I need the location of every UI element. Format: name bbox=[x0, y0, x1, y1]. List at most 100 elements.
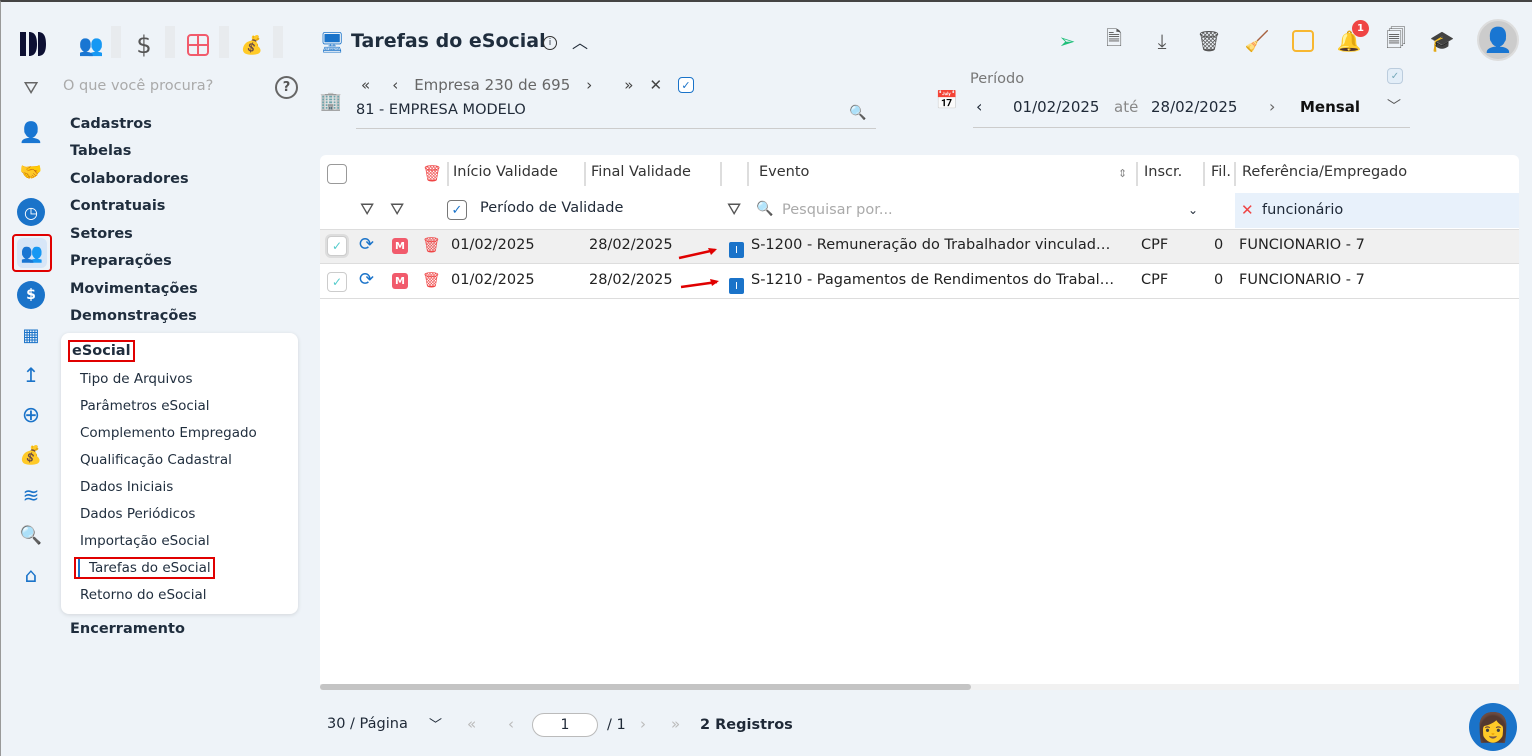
help-icon[interactable]: ? bbox=[275, 76, 298, 99]
handshake-icon[interactable]: 🤝 bbox=[17, 158, 45, 186]
prev-period-button[interactable]: ‹ bbox=[976, 97, 982, 116]
people-icon[interactable]: 👥 bbox=[78, 32, 104, 58]
menu-demonstracoes[interactable]: Demonstrações bbox=[70, 308, 197, 324]
crosshair-icon[interactable]: ⊕ bbox=[17, 401, 45, 429]
next-period-button[interactable]: › bbox=[1269, 97, 1275, 116]
period-checkbox[interactable]: ✓ bbox=[1387, 68, 1403, 84]
submenu-tarefas-active[interactable]: Tarefas do eSocial bbox=[74, 557, 215, 579]
clear-filter-icon[interactable]: ✕ bbox=[1241, 201, 1254, 219]
period-validity-checkbox[interactable]: ✓ bbox=[447, 200, 467, 220]
first-company-button[interactable]: « bbox=[361, 76, 370, 94]
chevron-down-icon[interactable]: ﹀ bbox=[1387, 96, 1401, 116]
calculator-icon[interactable]: ▦ bbox=[17, 321, 45, 349]
header-final[interactable]: Final Validade bbox=[591, 164, 691, 180]
period-to[interactable]: 28/02/2025 bbox=[1151, 98, 1237, 116]
submenu-qualificacao[interactable]: Qualificação Cadastral bbox=[80, 452, 232, 468]
money-icon[interactable]: $ bbox=[17, 281, 45, 309]
arrow-up-icon[interactable]: ↥ bbox=[17, 361, 45, 389]
note-icon[interactable] bbox=[1292, 30, 1314, 52]
graduation-cap-icon[interactable]: 🎓 bbox=[1429, 28, 1455, 54]
search-input[interactable]: O que você procura? bbox=[63, 78, 213, 94]
period-mode-select[interactable]: Mensal bbox=[1300, 98, 1360, 116]
menu-cadastros[interactable]: Cadastros bbox=[70, 116, 152, 132]
dollar-icon[interactable]: $ bbox=[131, 31, 157, 59]
submenu-importacao[interactable]: Importação eSocial bbox=[80, 533, 210, 549]
assistant-avatar[interactable]: 👩 bbox=[1469, 703, 1517, 751]
last-page-button[interactable]: » bbox=[671, 715, 680, 733]
trash-icon[interactable]: 🗑 bbox=[1196, 28, 1222, 54]
cell-evento: S-1210 - Pagamentos de Rendimentos do Tr… bbox=[751, 272, 1115, 288]
submenu-complemento[interactable]: Complemento Empregado bbox=[80, 425, 257, 441]
money-bag-icon[interactable]: 💰 bbox=[17, 441, 45, 469]
submenu-dados-iniciais[interactable]: Dados Iniciais bbox=[80, 479, 173, 495]
horizontal-scrollbar[interactable] bbox=[320, 684, 971, 690]
header-evento[interactable]: Evento bbox=[759, 164, 809, 180]
delete-icon[interactable]: 🗑 bbox=[422, 271, 441, 289]
broom-icon[interactable]: 🧹 bbox=[1244, 28, 1270, 54]
submenu-dados-periodicos[interactable]: Dados Periódicos bbox=[80, 506, 195, 522]
user-settings-icon[interactable]: 👤 bbox=[17, 118, 45, 146]
home-icon[interactable]: ⌂ bbox=[17, 561, 45, 589]
header-referencia[interactable]: Referência/Empregado bbox=[1242, 164, 1407, 180]
search-icon[interactable]: 🔍 bbox=[849, 104, 867, 122]
search-icon[interactable]: 🔍 bbox=[17, 521, 45, 549]
filter-icon[interactable]: ⛛ bbox=[360, 200, 374, 220]
submenu-parametros[interactable]: Parâmetros eSocial bbox=[80, 398, 210, 414]
next-page-button[interactable]: › bbox=[640, 715, 646, 733]
filter-icon[interactable]: ⛛ bbox=[19, 76, 43, 100]
first-page-button[interactable]: « bbox=[467, 715, 476, 733]
menu-preparacoes[interactable]: Preparações bbox=[70, 253, 172, 269]
company-of: de bbox=[518, 76, 537, 94]
chevron-down-icon[interactable]: ﹀ bbox=[429, 714, 442, 733]
page-input[interactable]: 1 bbox=[532, 713, 598, 737]
m-badge-icon[interactable]: M bbox=[392, 273, 408, 289]
menu-encerramento[interactable]: Encerramento bbox=[70, 621, 185, 637]
m-badge-icon[interactable]: M bbox=[392, 238, 408, 254]
period-from[interactable]: 01/02/2025 bbox=[1013, 98, 1099, 116]
document-icon[interactable]: 🗎 bbox=[1101, 26, 1127, 54]
row-checkbox[interactable]: ✓ bbox=[327, 236, 347, 256]
select-all-checkbox[interactable] bbox=[327, 164, 347, 184]
avatar[interactable]: 👤 bbox=[1477, 19, 1519, 61]
header-fil[interactable]: Fil. bbox=[1211, 164, 1231, 180]
event-search-input[interactable]: Pesquisar por... bbox=[782, 202, 893, 218]
clock-icon[interactable]: ◷ bbox=[17, 198, 45, 226]
header-inscr[interactable]: Inscr. bbox=[1144, 164, 1182, 180]
header-inicio[interactable]: Início Validade bbox=[453, 164, 558, 180]
download-icon[interactable]: ⤓ bbox=[1149, 28, 1175, 54]
people-menu-icon[interactable]: 👥 bbox=[12, 234, 52, 272]
chevron-up-icon[interactable]: ︿ bbox=[569, 30, 591, 52]
sync-icon[interactable]: ⟳ bbox=[359, 269, 374, 290]
delete-all-icon[interactable]: 🗑 bbox=[422, 164, 442, 183]
info-icon[interactable]: i bbox=[543, 36, 557, 50]
send-icon[interactable]: ➢ bbox=[1054, 28, 1080, 54]
delete-icon[interactable]: 🗑 bbox=[422, 236, 441, 254]
menu-tabelas[interactable]: Tabelas bbox=[70, 143, 131, 159]
last-company-button[interactable]: » bbox=[624, 76, 633, 94]
sync-icon[interactable]: ⟳ bbox=[359, 234, 374, 255]
filter-icon[interactable]: ⛛ bbox=[390, 200, 404, 220]
prev-company-button[interactable]: ‹ bbox=[392, 76, 398, 94]
next-company-button[interactable]: › bbox=[586, 76, 592, 94]
sort-icon[interactable]: ⇕ bbox=[1118, 167, 1127, 180]
company-checkbox[interactable]: ✓ bbox=[678, 77, 695, 93]
money-bag-icon[interactable]: 💰 bbox=[239, 32, 265, 58]
page-size-select[interactable]: 30 / Página bbox=[327, 716, 408, 732]
menu-movimentacoes[interactable]: Movimentações bbox=[70, 281, 198, 297]
menu-contratuais[interactable]: Contratuais bbox=[70, 198, 165, 214]
calculator-icon[interactable] bbox=[185, 32, 211, 58]
chevron-down-icon[interactable]: ⌄ bbox=[1188, 203, 1198, 217]
filter-icon[interactable]: ⛛ bbox=[727, 200, 741, 220]
company-select[interactable]: 81 - EMPRESA MODELO bbox=[356, 102, 876, 129]
menu-esocial[interactable]: eSocial bbox=[68, 340, 135, 362]
reference-filter-input[interactable]: funcionário bbox=[1262, 202, 1343, 218]
submenu-retorno[interactable]: Retorno do eSocial bbox=[80, 587, 207, 603]
clear-company-button[interactable]: ✕ bbox=[649, 76, 662, 94]
menu-setores[interactable]: Setores bbox=[70, 226, 133, 242]
document-search-icon[interactable]: 🗐 bbox=[1383, 26, 1409, 54]
row-checkbox[interactable]: ✓ bbox=[327, 272, 347, 292]
prev-page-button[interactable]: ‹ bbox=[508, 715, 514, 733]
layers-icon[interactable]: ≋ bbox=[17, 481, 45, 509]
menu-colaboradores[interactable]: Colaboradores bbox=[70, 171, 189, 187]
submenu-tipo-arquivos[interactable]: Tipo de Arquivos bbox=[80, 371, 193, 387]
